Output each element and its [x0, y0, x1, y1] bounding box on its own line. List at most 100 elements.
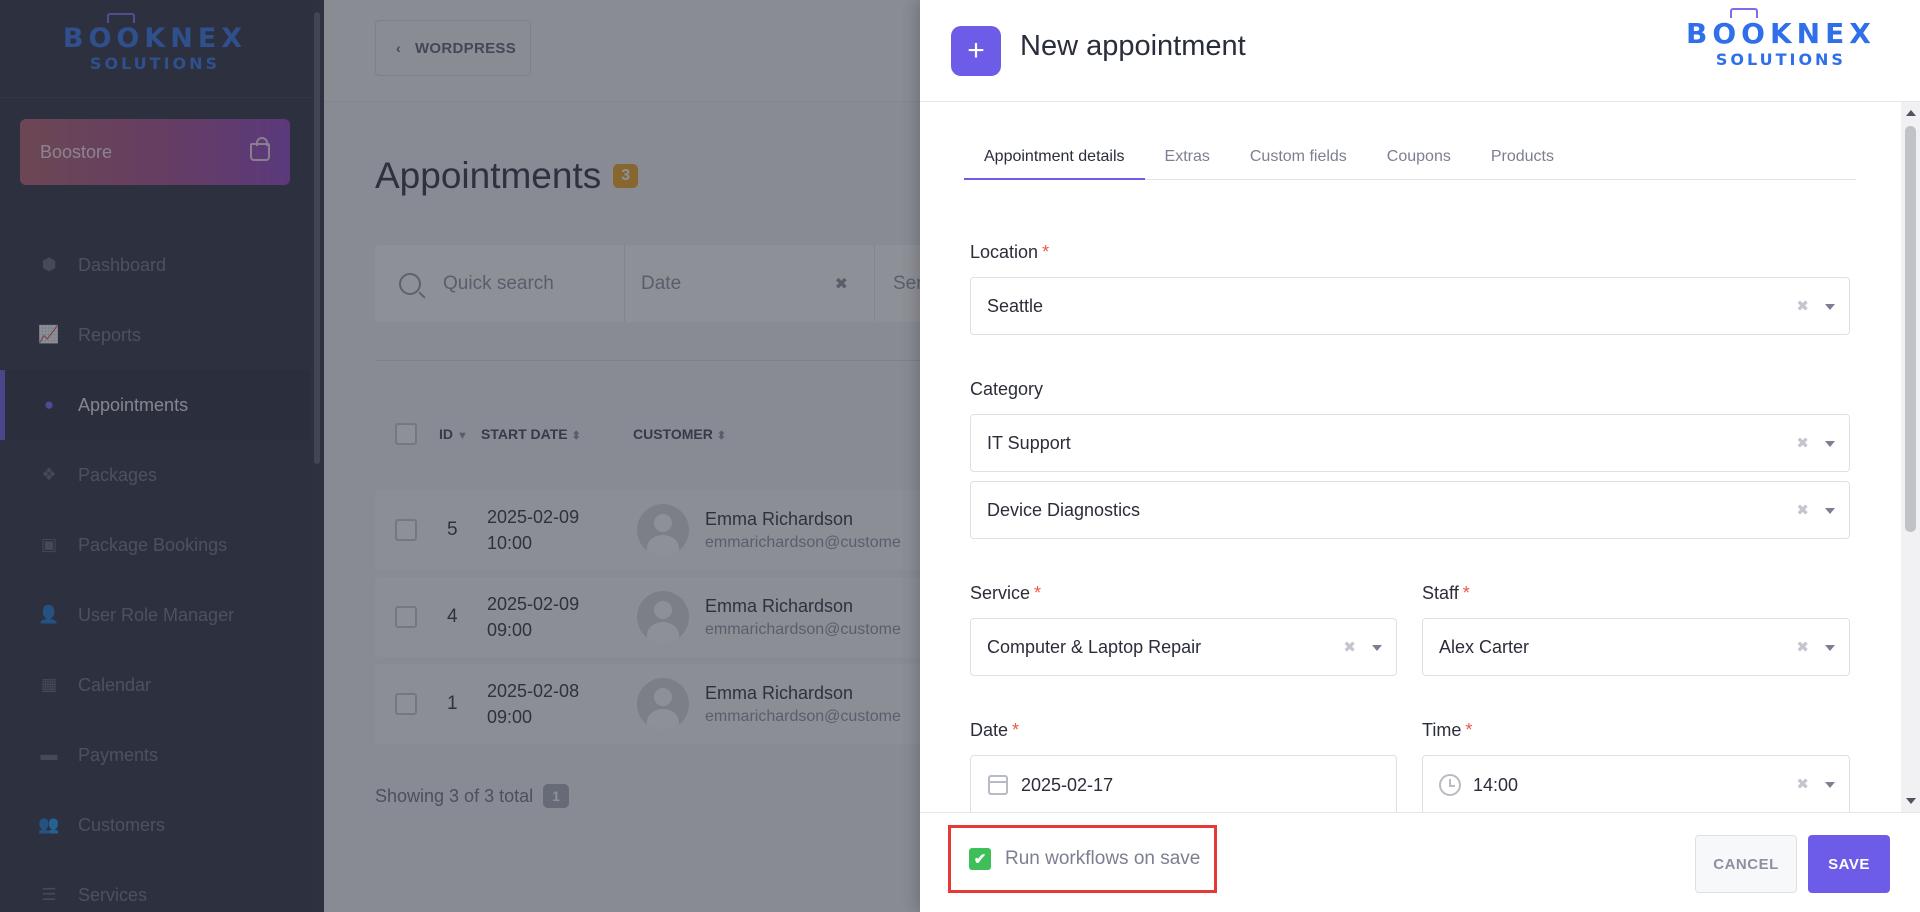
row-checkbox[interactable]	[395, 693, 417, 715]
cube-icon: ⬢	[41, 255, 57, 274]
date-value: 2025-02-17	[1021, 774, 1114, 795]
date-picker[interactable]: 2025-02-17	[970, 755, 1397, 812]
tab-products[interactable]: Products	[1471, 142, 1574, 180]
column-id[interactable]: ID ▼	[439, 426, 481, 442]
tab-extras[interactable]: Extras	[1145, 142, 1230, 180]
user-plus-icon: 👤	[38, 605, 60, 624]
clear-icon[interactable]: ✖	[1796, 434, 1809, 452]
staff-label: Staff *	[1422, 583, 1470, 603]
wordpress-back-button[interactable]: ‹ WORDPRESS	[375, 20, 531, 76]
clear-icon[interactable]: ✖	[1796, 775, 1809, 793]
quick-search-input[interactable]: Quick search	[375, 245, 625, 322]
boostore-button[interactable]: Boostore	[20, 119, 290, 185]
tab-coupons[interactable]: Coupons	[1367, 142, 1471, 180]
drawer-header: + New appointment BOOKNEX SOLUTIONS	[920, 0, 1920, 102]
sidebar-item-dashboard[interactable]: ⬢ Dashboard	[0, 230, 310, 300]
clear-icon[interactable]: ✖	[835, 274, 848, 294]
clock-icon: ●	[43, 395, 55, 414]
column-customer[interactable]: CUSTOMER ⬍	[633, 426, 726, 442]
brand-logo: BOOKNEX SOLUTIONS	[1686, 8, 1876, 68]
service-label: Service *	[970, 583, 1042, 603]
column-start-date[interactable]: START DATE ⬍	[481, 426, 633, 442]
drawer-tabs: Appointment details Extras Custom fields…	[964, 142, 1856, 180]
table-row[interactable]: 5 2025-02-09 10:00 Emma Richardson emmari…	[375, 490, 935, 570]
table-header: ID ▼ START DATE ⬍ CUSTOMER ⬍	[375, 420, 935, 448]
table-row[interactable]: 4 2025-02-09 09:00 Emma Richardson emmari…	[375, 577, 935, 657]
sidebar-item-package-bookings[interactable]: ▣ Package Bookings	[0, 510, 310, 580]
showing-text: Showing 3 of 3 total	[375, 785, 534, 806]
row-start-date: 2025-02-08 09:00	[487, 681, 580, 727]
scroll-down-arrow-icon[interactable]	[1906, 798, 1916, 804]
top-bar: ‹ WORDPRESS	[324, 0, 920, 102]
sidebar-item-calendar[interactable]: ▦ Calendar	[0, 650, 310, 720]
category-select[interactable]: IT Support ✖	[970, 414, 1850, 472]
drawer-body: Appointment details Extras Custom fields…	[920, 102, 1920, 812]
shopping-bag-icon	[250, 137, 270, 161]
tab-custom-fields[interactable]: Custom fields	[1230, 142, 1367, 180]
location-select[interactable]: Seattle ✖	[970, 277, 1850, 335]
sidebar-scrollbar[interactable]	[310, 0, 324, 912]
drawer-footer: ✔ Run workflows on save CANCEL SAVE	[920, 812, 1920, 912]
date-filter[interactable]: Date ✖	[625, 245, 875, 322]
chevron-down-icon	[1825, 782, 1835, 788]
category-label: Category	[970, 379, 1044, 399]
page-number-badge[interactable]: 1	[543, 784, 569, 808]
service-select[interactable]: Computer & Laptop Repair ✖	[970, 618, 1397, 676]
sidebar-item-label: Package Bookings	[78, 534, 228, 555]
staff-select[interactable]: Alex Carter ✖	[1422, 618, 1850, 676]
chevron-down-icon	[1825, 304, 1835, 310]
users-icon: 👥	[38, 815, 60, 834]
sidebar-item-label: Dashboard	[78, 254, 167, 275]
row-customer: Emma Richardson emmarichardson@custome	[705, 596, 901, 639]
sidebar-item-packages[interactable]: ❖ Packages	[0, 440, 310, 510]
chevron-down-icon	[1825, 508, 1835, 514]
list-icon: ☰	[41, 885, 57, 904]
clear-icon[interactable]: ✖	[1796, 638, 1809, 656]
sidebar-item-label: Appointments	[78, 394, 189, 415]
clear-icon[interactable]: ✖	[1343, 638, 1356, 656]
plus-icon: +	[951, 26, 1001, 76]
chevron-down-icon	[1825, 645, 1835, 651]
chevron-down-icon	[1372, 645, 1382, 651]
wallet-icon: ▬	[40, 745, 58, 764]
sidebar-item-customers[interactable]: 👥 Customers	[0, 790, 310, 860]
drawer-scrollbar-thumb[interactable]	[1905, 126, 1916, 532]
new-appointment-drawer: + New appointment BOOKNEX SOLUTIONS Appo…	[920, 0, 1920, 912]
gift-icon: ▣	[40, 535, 58, 554]
sidebar-item-reports[interactable]: 📈 Reports	[0, 300, 310, 370]
brand-logo-line1: BOOKNEX	[1686, 8, 1876, 48]
save-button[interactable]: SAVE	[1808, 835, 1890, 893]
run-workflows-label: Run workflows on save	[1005, 848, 1201, 869]
calendar-icon: ▦	[40, 675, 58, 694]
scroll-up-arrow-icon[interactable]	[1906, 110, 1916, 116]
customer-email: emmarichardson@custome	[705, 707, 901, 725]
sidebar-item-services[interactable]: ☰ Services	[0, 860, 310, 912]
select-all-checkbox[interactable]	[395, 423, 417, 445]
tab-appointment-details[interactable]: Appointment details	[964, 142, 1145, 180]
customer-name: Emma Richardson	[705, 595, 854, 616]
filter-bar: Quick search Date ✖ Ser	[375, 245, 935, 322]
boostore-label: Boostore	[40, 141, 113, 162]
sidebar-item-appointments[interactable]: ● Appointments	[0, 370, 310, 440]
time-select[interactable]: 14:00 ✖	[1422, 755, 1850, 812]
sidebar-item-label: Services	[78, 884, 148, 905]
sidebar-item-payments[interactable]: ▬ Payments	[0, 720, 310, 790]
checkmark-icon: ✔	[969, 848, 991, 870]
sidebar-item-user-role-manager[interactable]: 👤 User Role Manager	[0, 580, 310, 650]
clear-icon[interactable]: ✖	[1796, 297, 1809, 315]
subcategory-select[interactable]: Device Diagnostics ✖	[970, 481, 1850, 539]
row-checkbox[interactable]	[395, 606, 417, 628]
cancel-button[interactable]: CANCEL	[1695, 835, 1797, 893]
category-value: IT Support	[987, 432, 1071, 453]
clear-icon[interactable]: ✖	[1796, 501, 1809, 519]
sidebar-item-label: Reports	[78, 324, 142, 345]
run-workflows-checkbox[interactable]: ✔ Run workflows on save	[948, 825, 1217, 893]
sidebar-scrollbar-thumb[interactable]	[314, 12, 320, 464]
staff-value: Alex Carter	[1439, 636, 1530, 657]
pagination-info: Showing 3 of 3 total 1	[375, 784, 569, 808]
main-content: ‹ WORDPRESS Appointments 3 Quick search …	[324, 0, 935, 912]
row-checkbox[interactable]	[395, 519, 417, 541]
drawer-scrollbar[interactable]	[1901, 102, 1920, 812]
brand-logo[interactable]: BOOKNEX SOLUTIONS	[63, 13, 247, 72]
table-row[interactable]: 1 2025-02-08 09:00 Emma Richardson emmari…	[375, 664, 935, 744]
